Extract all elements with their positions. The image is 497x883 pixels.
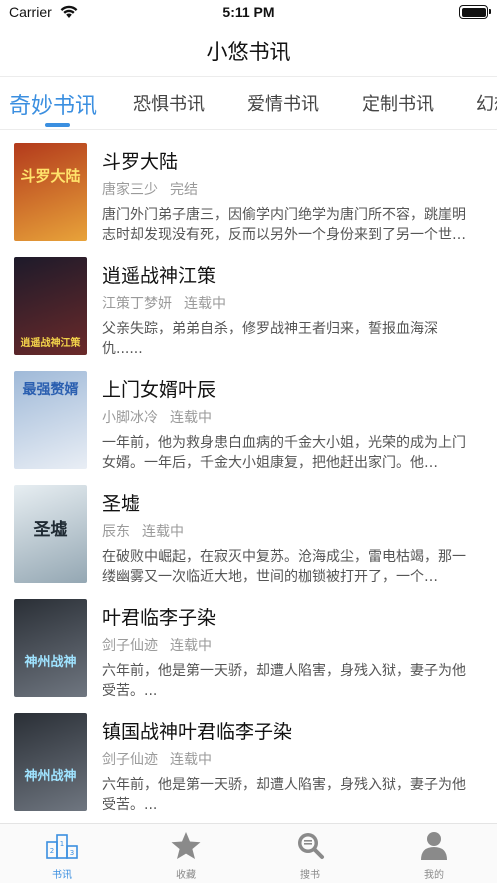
cover-text: 斗罗大陆 — [20, 167, 81, 185]
book-cover: 神州战神 — [14, 713, 87, 811]
book-status: 连载中 — [170, 410, 212, 426]
tab-dingzhi[interactable]: 定制书讯 — [362, 90, 434, 116]
cover-text: 圣墟 — [33, 520, 68, 540]
book-description: 父亲失踪，弟弟自杀，修罗战神王者归来，誓报血海深仇...... — [102, 321, 438, 357]
book-status: 连载中 — [170, 638, 212, 654]
book-description: 一年前，他为救身患白血病的千金大小姐，光荣的成为上门女婿。一年后，千金大小姐康复… — [102, 435, 466, 471]
book-list[interactable]: 斗罗大陆 斗罗大陆 唐家三少 完结 唐门外门弟子唐三，因偷学内门绝学为唐门所不容，… — [0, 131, 497, 823]
book-cover: 最强赘婿 — [14, 371, 87, 469]
book-title: 叶君临李子染 — [102, 607, 217, 629]
tabbar-item-profile[interactable]: 我的 — [372, 824, 496, 883]
tab-kongju[interactable]: 恐惧书讯 — [133, 90, 205, 116]
book-item[interactable]: 神州战神 镇国战神叶君临李子染 剑子仙迹 连载中 六年前，他是第一天骄，却遭人陷害… — [0, 701, 497, 815]
book-author: 剑子仙迹 — [102, 638, 158, 654]
page-title: 小悠书讯 — [206, 40, 291, 64]
book-author: 剑子仙迹 — [102, 752, 158, 768]
battery-fill — [461, 7, 486, 17]
status-time: 5:11 PM — [222, 4, 275, 20]
tabbar-item-favorites[interactable]: 收藏 — [124, 824, 248, 883]
book-item[interactable]: 神州战神 叶君临李子染 剑子仙迹 连载中 六年前，他是第一天骄，却遭人陷害，身残入… — [0, 587, 497, 701]
book-item[interactable]: 逍遥战神江策 逍遥战神江策 江策丁梦妍 连载中 父亲失踪，弟弟自杀，修罗战神王者归… — [0, 245, 497, 359]
book-description: 唐门外门弟子唐三，因偷学内门绝学为唐门所不容，跳崖明志时却发现没有死，反而以另外… — [102, 207, 466, 243]
battery-icon — [459, 5, 491, 19]
book-title: 镇国战神叶君临李子染 — [102, 721, 293, 743]
active-tab-indicator — [45, 123, 70, 127]
tab-huanxiang[interactable]: 幻想 — [476, 90, 497, 116]
category-tabs: 奇妙书讯 恐惧书讯 爱情书讯 定制书讯 幻想 — [0, 76, 497, 130]
book-title: 上门女婿叶辰 — [102, 379, 217, 401]
book-item[interactable]: 圣墟 圣墟 辰东 连载中 在破败中崛起，在寂灭中复苏。沧海成尘，雷电枯竭，那一缕幽… — [0, 473, 497, 587]
status-bar: Carrier 5:11 PM — [0, 0, 497, 26]
tabbar-item-news[interactable]: 1 2 3 书讯 — [0, 824, 124, 883]
tabbar-label: 书讯 — [52, 870, 72, 881]
book-cover: 神州战神 — [14, 599, 87, 697]
book-status: 连载中 — [184, 296, 226, 312]
book-meta: 小脚冰冷 连载中 — [102, 407, 212, 427]
book-item[interactable]: 最强赘婿 上门女婿叶辰 小脚冰冷 连载中 一年前，他为救身患白血病的千金大小姐，光… — [0, 359, 497, 473]
book-meta: 剑子仙迹 连载中 — [102, 749, 212, 769]
tabbar-label: 搜书 — [300, 870, 320, 881]
svg-text:1: 1 — [60, 840, 64, 848]
book-title: 逍遥战神江策 — [102, 265, 217, 287]
tab-qimiao[interactable]: 奇妙书讯 — [9, 88, 97, 120]
book-description: 六年前，他是第一天骄，却遭人陷害，身残入狱，妻子为他受苦。... — [102, 663, 466, 699]
book-cover: 斗罗大陆 — [14, 143, 87, 241]
cover-text: 神州战神 — [24, 655, 77, 670]
book-cover: 逍遥战神江策 — [14, 257, 87, 355]
person-icon — [419, 830, 449, 864]
book-meta: 辰东 连载中 — [102, 521, 184, 541]
cover-text: 最强赘婿 — [22, 382, 79, 398]
svg-text:3: 3 — [70, 849, 74, 857]
book-description: 在破败中崛起，在寂灭中复苏。沧海成尘，雷电枯竭，那一缕幽雾又一次临近大地，世间的… — [102, 549, 466, 585]
book-author: 辰东 — [102, 524, 130, 540]
star-icon — [170, 830, 202, 864]
tabbar-label: 我的 — [424, 870, 444, 881]
book-title: 斗罗大陆 — [102, 151, 179, 173]
book-author: 小脚冰冷 — [102, 410, 158, 426]
book-meta: 江策丁梦妍 连载中 — [102, 293, 226, 313]
book-author: 江策丁梦妍 — [102, 296, 172, 312]
book-status: 完结 — [170, 182, 198, 198]
book-author: 唐家三少 — [102, 182, 158, 198]
book-cover: 圣墟 — [14, 485, 87, 583]
book-meta: 唐家三少 完结 — [102, 179, 198, 199]
podium-icon: 1 2 3 — [45, 830, 79, 864]
tabbar-label: 收藏 — [176, 870, 196, 881]
search-book-icon — [294, 830, 326, 864]
cover-text: 逍遥战神江策 — [20, 338, 81, 349]
book-status: 连载中 — [142, 524, 184, 540]
book-item[interactable]: 斗罗大陆 斗罗大陆 唐家三少 完结 唐门外门弟子唐三，因偷学内门绝学为唐门所不容，… — [0, 131, 497, 245]
book-status: 连载中 — [170, 752, 212, 768]
cover-text: 神州战神 — [24, 769, 77, 784]
tab-aiqing[interactable]: 爱情书讯 — [247, 90, 319, 116]
svg-text:2: 2 — [50, 847, 54, 855]
tabbar-item-search[interactable]: 搜书 — [248, 824, 372, 883]
book-title: 圣墟 — [102, 493, 141, 515]
bottom-tab-bar: 1 2 3 书讯 收藏 搜书 我的 — [0, 823, 497, 883]
book-meta: 剑子仙迹 连载中 — [102, 635, 212, 655]
book-description: 六年前，他是第一天骄，却遭人陷害，身残入狱，妻子为他受苦。... — [102, 777, 466, 813]
